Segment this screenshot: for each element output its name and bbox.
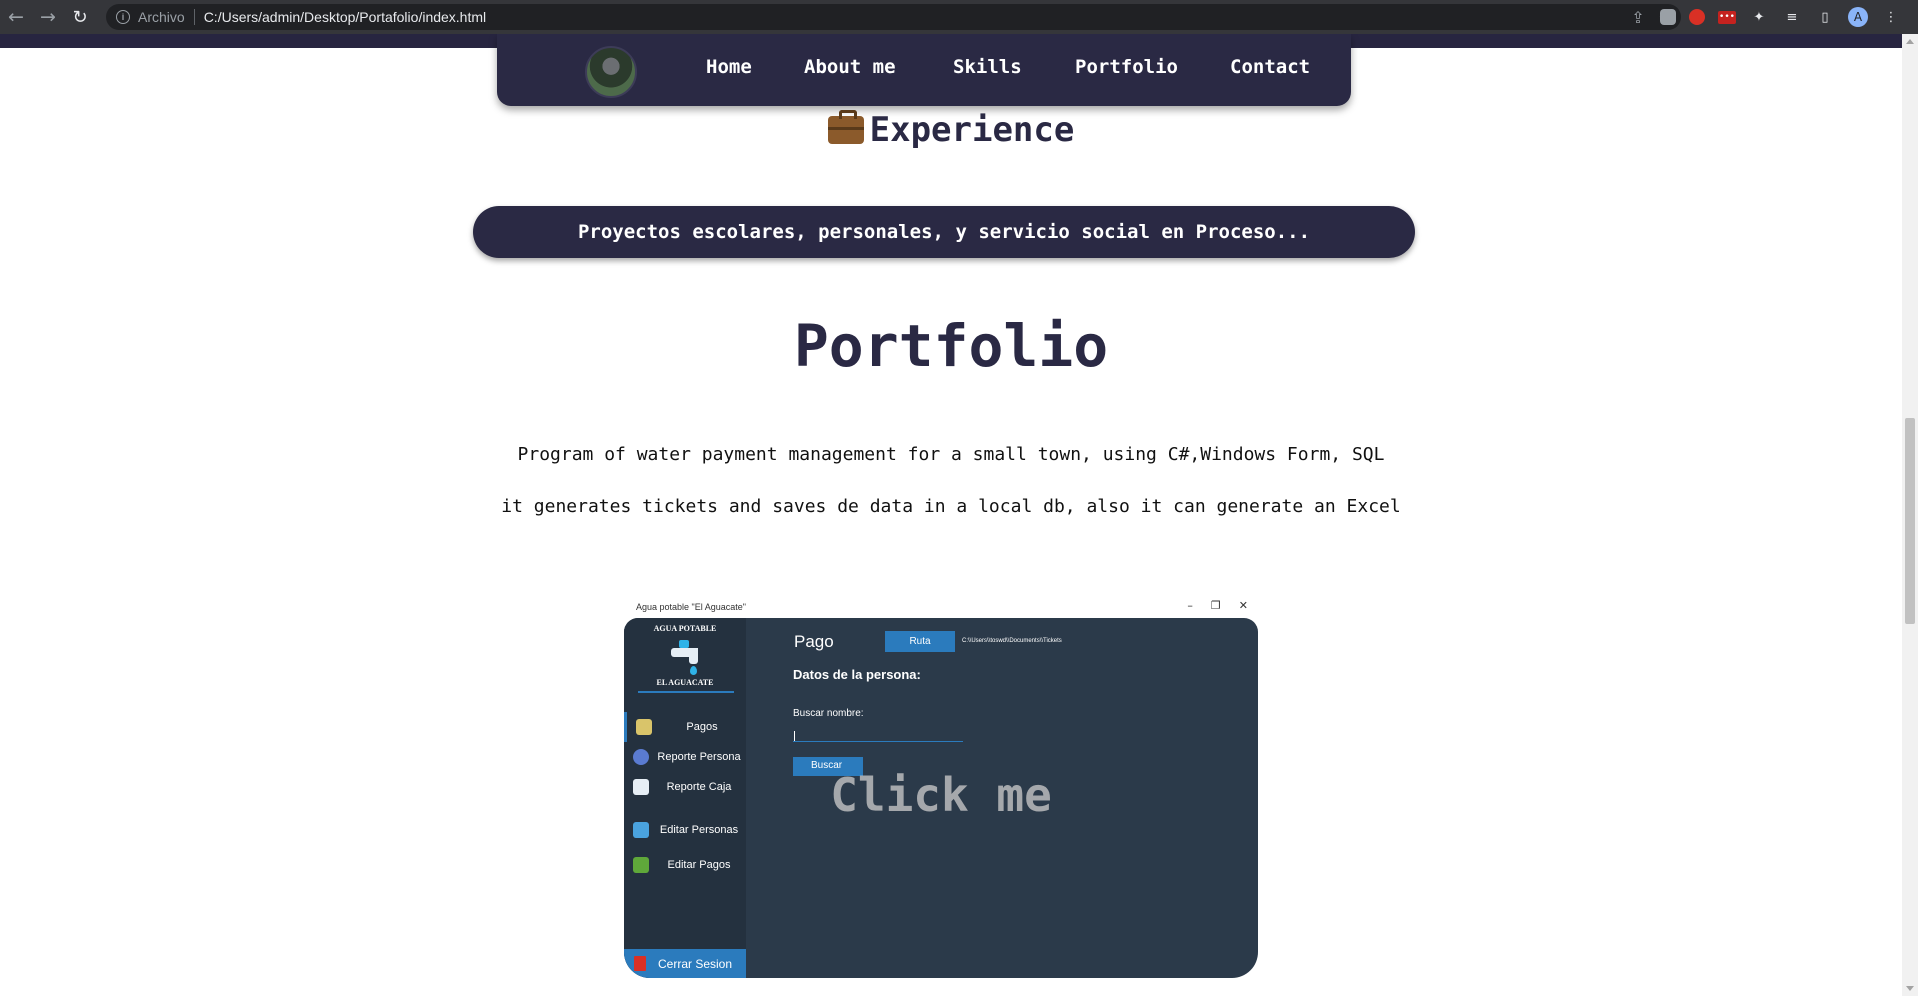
app-logo-bottom-text: EL AGUACATE — [656, 678, 714, 687]
sidebar-item-pagos: Pagos — [624, 712, 746, 742]
portfolio-description-line-2: it generates tickets and saves de data i… — [501, 496, 1401, 517]
faucet-icon — [667, 638, 707, 676]
nav-link-portfolio[interactable]: Portfolio — [1075, 56, 1178, 78]
page-scrollbar[interactable] — [1902, 34, 1918, 996]
info-icon[interactable]: i — [116, 10, 130, 24]
address-bar[interactable]: i Archivo C:/Users/admin/Desktop/Portafo… — [106, 4, 1681, 30]
forward-arrow-icon[interactable]: → — [32, 0, 64, 34]
nav-link-skills[interactable]: Skills — [953, 56, 1022, 78]
app-heading: Pago — [794, 632, 834, 651]
person-report-icon — [633, 749, 649, 765]
scroll-down-icon[interactable] — [1906, 986, 1914, 991]
app-search-input — [793, 730, 963, 742]
page-viewport: Home About me Skills Portfolio Contact E… — [0, 34, 1902, 996]
extension-icon[interactable]: ••• — [1718, 10, 1736, 24]
nav-link-contact[interactable]: Contact — [1230, 56, 1310, 78]
kebab-menu-icon[interactable]: ⋮ — [1881, 7, 1901, 27]
omnibox-divider — [193, 9, 195, 25]
browser-toolbar: ← → ↻ i Archivo C:/Users/admin/Desktop/P… — [0, 0, 1918, 34]
app-section-title: Datos de la persona: — [793, 667, 921, 682]
experience-heading: Experience — [0, 110, 1902, 150]
project-screenshot[interactable]: Agua potable "El Aguacate" – ❐ ✕ AGUA PO… — [624, 598, 1258, 996]
extension-icon[interactable] — [1660, 9, 1676, 25]
app-titlebar: Agua potable "El Aguacate" – ❐ ✕ — [624, 598, 1258, 618]
reading-list-icon[interactable]: ≡ — [1782, 7, 1802, 27]
nav-link-home[interactable]: Home — [706, 56, 752, 78]
app-window-title: Agua potable "El Aguacate" — [636, 602, 746, 612]
back-arrow-icon[interactable]: ← — [0, 0, 32, 34]
app-search-label: Buscar nombre: — [793, 708, 864, 719]
scroll-thumb[interactable] — [1905, 418, 1915, 624]
sidebar-item-editar-pagos: Editar Pagos — [624, 850, 746, 880]
minimize-icon: – — [1187, 599, 1193, 612]
profile-avatar[interactable] — [585, 46, 637, 98]
scheme-label: Archivo — [138, 9, 185, 25]
close-icon: ✕ — [1238, 599, 1248, 612]
reload-icon[interactable]: ↻ — [64, 0, 96, 34]
edit-money-icon — [633, 857, 649, 873]
ruta-path: C:\\Users\\toswd\\Documents\\Tickets — [962, 638, 1062, 644]
ruta-button: Ruta — [885, 631, 955, 652]
edit-icon — [633, 822, 649, 838]
exit-door-icon — [634, 956, 646, 971]
portfolio-title: Portfolio — [793, 312, 1109, 380]
experience-title: Experience — [869, 110, 1075, 150]
portfolio-description-line-1: Program of water payment management for … — [517, 444, 1385, 465]
maximize-icon: ❐ — [1210, 599, 1221, 612]
url-text[interactable]: C:/Users/admin/Desktop/Portafolio/index.… — [204, 9, 486, 25]
project-banner: Proyectos escolares, personales, y servi… — [473, 206, 1415, 258]
nav-link-about[interactable]: About me — [804, 56, 896, 78]
extension-icon[interactable] — [1689, 9, 1705, 25]
project-banner-text: Proyectos escolares, personales, y servi… — [577, 221, 1311, 243]
logout-button: Cerrar Sesion — [624, 949, 746, 978]
click-me-overlay[interactable]: Click me — [624, 768, 1258, 822]
briefcase-icon — [827, 110, 864, 144]
scroll-up-icon[interactable] — [1906, 39, 1914, 44]
profile-avatar-icon[interactable]: A — [1848, 7, 1868, 27]
side-panel-icon[interactable]: ▯ — [1815, 7, 1835, 27]
logo-divider — [638, 691, 734, 693]
money-icon — [636, 719, 652, 735]
site-navbar: Home About me Skills Portfolio Contact — [497, 34, 1351, 106]
puzzle-icon[interactable]: ✦ — [1749, 7, 1769, 27]
app-logo-top-text: AGUA POTABLE — [653, 624, 717, 633]
share-icon[interactable]: ⇪ — [1631, 8, 1644, 27]
